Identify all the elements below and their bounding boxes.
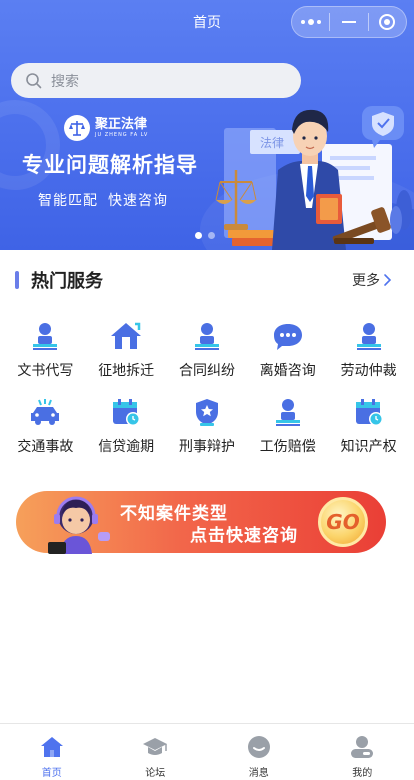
service-label: 刑事辩护	[178, 439, 235, 455]
chevron-right-icon	[384, 274, 392, 286]
hero-banner[interactable]: 首页 搜索 聚正法律 JU ZHENG FA LV 专业问题解析指导 智能匹配 …	[0, 0, 414, 250]
service-item-traffic-accident[interactable]: 交通事故	[5, 394, 86, 456]
user-icon	[349, 734, 375, 760]
service-label: 离婚咨询	[259, 363, 316, 379]
service-label: 文书代写	[17, 363, 74, 379]
app-root: 首页 搜索 聚正法律 JU ZHENG FA LV 专业问题解析指导 智能匹配 …	[0, 0, 414, 780]
person-desk-icon	[351, 318, 387, 354]
minimize-button[interactable]	[330, 7, 367, 37]
service-label: 工伤赔偿	[259, 439, 316, 455]
tab-messages[interactable]: 消息	[207, 724, 311, 780]
service-item-credit-overdue[interactable]: 信贷逾期	[86, 394, 167, 456]
support-agent-illustration	[48, 496, 110, 554]
search-input[interactable]: 搜索	[11, 63, 301, 98]
more-options-button[interactable]	[292, 7, 329, 37]
brand-logo: 聚正法律 JU ZHENG FA LV	[64, 115, 148, 141]
service-label: 合同纠纷	[178, 363, 235, 379]
person-desk-icon	[27, 318, 63, 354]
calendar-clock-icon	[351, 394, 387, 430]
service-item-criminal-defense[interactable]: 刑事辩护	[167, 394, 248, 456]
car-crash-icon	[27, 394, 63, 430]
banner-headline: 专业问题解析指导	[22, 153, 198, 177]
section-accent-bar	[15, 271, 19, 289]
mini-program-capsule	[291, 6, 407, 38]
graduation-cap-icon	[142, 734, 168, 760]
tab-label: 我的	[352, 768, 373, 779]
more-services-link[interactable]: 更多	[352, 270, 392, 290]
minus-icon	[342, 21, 356, 23]
service-item-intellectual-property[interactable]: 知识产权	[328, 394, 409, 456]
tab-label: 消息	[248, 768, 269, 779]
service-label: 知识产权	[340, 439, 397, 455]
service-label: 交通事故	[17, 439, 74, 455]
brand-pinyin: JU ZHENG FA LV	[95, 131, 149, 138]
more-label: 更多	[352, 273, 380, 289]
service-label: 征地拆迁	[98, 363, 155, 379]
section-title: 热门服务	[31, 271, 103, 292]
person-desk-icon	[270, 394, 306, 430]
service-item-divorce-consult[interactable]: 离婚咨询	[247, 318, 328, 380]
person-desk-icon	[189, 318, 225, 354]
service-grid: 文书代写 征地拆迁 合同纠纷 离婚咨询 劳动仲裁 交通事故 信贷逾期 刑事辩护 …	[5, 318, 409, 456]
banner-pager	[195, 232, 215, 239]
law-sign-text: 法律	[260, 136, 284, 150]
pager-dot[interactable]	[208, 232, 215, 239]
tab-forum[interactable]: 论坛	[104, 724, 208, 780]
quick-consult-banner[interactable]: 不知案件类型 点击快速咨询 GO	[12, 487, 390, 555]
service-item-labor-arbitration[interactable]: 劳动仲裁	[328, 318, 409, 380]
tab-profile[interactable]: 我的	[311, 724, 414, 780]
home-icon	[39, 734, 65, 760]
scales-logo-icon	[64, 115, 90, 141]
service-item-land-demolition[interactable]: 征地拆迁	[86, 318, 167, 380]
tagline-smart-match: 智能匹配	[38, 193, 98, 209]
chat-bubble-icon	[270, 318, 306, 354]
message-icon	[246, 734, 272, 760]
service-label: 信贷逾期	[98, 439, 155, 455]
service-label: 劳动仲裁	[340, 363, 397, 379]
hot-services-header: 热门服务 更多	[0, 265, 414, 297]
target-icon	[379, 14, 396, 30]
search-icon	[26, 72, 42, 88]
service-item-document-drafting[interactable]: 文书代写	[5, 318, 86, 380]
promo-line-2: 点击快速咨询	[190, 526, 298, 546]
calendar-clock-icon	[108, 394, 144, 430]
close-mini-program-button[interactable]	[369, 7, 406, 37]
search-placeholder: 搜索	[51, 73, 79, 90]
tab-label: 首页	[41, 768, 62, 779]
pager-dot-active[interactable]	[195, 232, 202, 239]
go-button[interactable]: GO	[318, 497, 368, 547]
shield-star-icon	[189, 394, 225, 430]
banner-tagline: 智能匹配 快速咨询	[38, 190, 168, 210]
lawyer-illustration: 法律	[215, 106, 412, 250]
tagline-fast-consult: 快速咨询	[108, 193, 168, 209]
brand-name: 聚正法律	[95, 116, 148, 132]
more-dots-icon	[300, 19, 321, 25]
tab-home[interactable]: 首页	[0, 724, 104, 780]
house-icon	[108, 318, 144, 354]
bottom-tab-bar: 首页 论坛 消息 我的	[0, 723, 414, 780]
tab-label: 论坛	[145, 768, 166, 779]
service-item-contract-dispute[interactable]: 合同纠纷	[167, 318, 248, 380]
service-item-injury-compensation[interactable]: 工伤赔偿	[247, 394, 328, 456]
